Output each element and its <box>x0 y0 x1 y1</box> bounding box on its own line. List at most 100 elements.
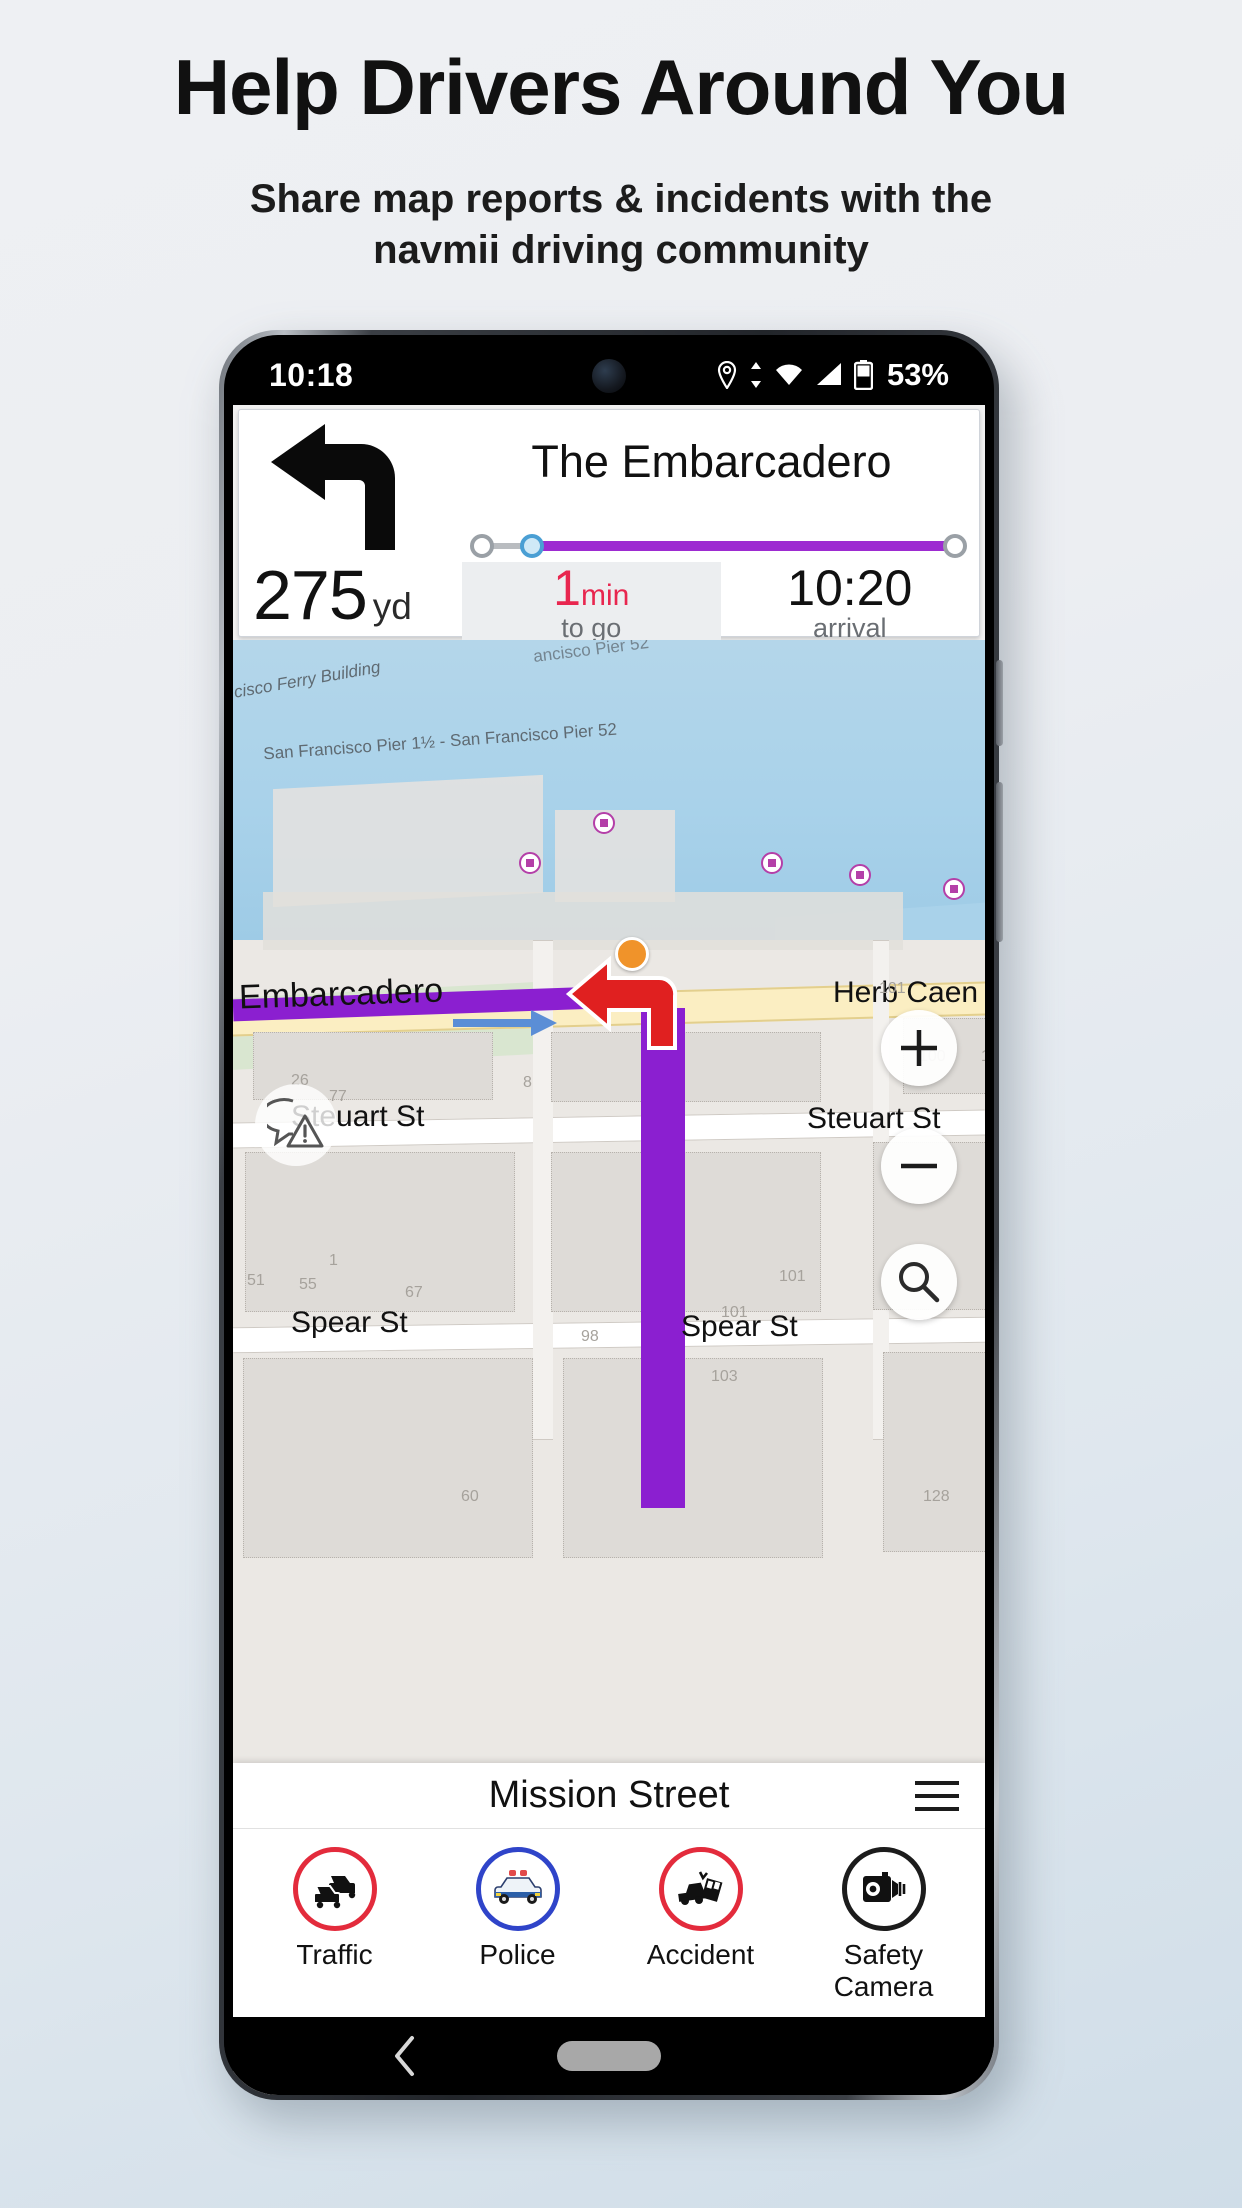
phone-frame: 10:18 53% 275 yd The Embarcadero 1min to… <box>219 330 1003 2100</box>
map-house-number: 103 <box>711 1368 738 1385</box>
location-pin-icon <box>717 361 737 389</box>
battery-percent-label: 53% <box>886 357 949 392</box>
report-sheet-header: Mission Street <box>233 1763 985 1829</box>
wifi-icon <box>775 364 802 385</box>
hamburger-line <box>915 1781 959 1785</box>
time-remaining-unit: min <box>580 579 630 612</box>
phone-side-button-volume <box>996 782 1003 942</box>
zoom-in-button[interactable] <box>881 1010 957 1086</box>
distance-value: 275 <box>253 556 368 634</box>
distance-to-maneuver: 275 yd <box>253 560 412 630</box>
map-house-number: 67 <box>405 1284 423 1301</box>
maneuver-panel: 275 yd <box>239 410 444 636</box>
map-canvas[interactable]: cisco Ferry Building San Francisco Pier … <box>233 640 985 1763</box>
map-pier-shape <box>273 774 543 908</box>
map-poi-marker[interactable] <box>761 852 783 874</box>
map-street-label: Herb Caen Way <box>833 976 985 1009</box>
report-incident-icon <box>267 1098 324 1148</box>
map-house-number: 101 <box>779 1268 806 1285</box>
page-subtitle-line2: navmii driving community <box>373 228 869 273</box>
promo-header: Help Drivers Around You Share map report… <box>0 0 1242 276</box>
map-poi-marker[interactable] <box>849 864 871 886</box>
progress-end-dot <box>943 534 967 558</box>
battery-icon <box>853 360 873 390</box>
map-house-number: 1 <box>329 1252 338 1269</box>
progress-track-remaining <box>532 541 955 551</box>
next-street-label: The Embarcadero <box>531 436 892 487</box>
map-house-number: 55 <box>299 1276 317 1293</box>
route-line-vertical <box>641 1008 685 1508</box>
turn-indicator-arrow-icon <box>565 955 678 1050</box>
zoom-out-button[interactable] <box>881 1128 957 1204</box>
time-remaining-value: 1 <box>553 560 581 616</box>
map-house-number: 128 <box>923 1488 950 1505</box>
map-block <box>551 1152 821 1312</box>
plus-icon <box>901 1030 937 1066</box>
status-bar: 10:18 53% <box>233 345 985 405</box>
minus-icon <box>901 1163 937 1169</box>
map-poi-marker[interactable] <box>943 878 965 900</box>
map-block <box>245 1152 515 1312</box>
app-viewport: 275 yd The Embarcadero 1min to go 10:20 … <box>233 405 985 2095</box>
page-subtitle: Share map reports & incidents with the n… <box>0 174 1242 276</box>
report-type-traffic[interactable]: Traffic <box>243 1847 426 2003</box>
android-navigation-bar <box>224 2017 994 2095</box>
data-transfer-icon <box>750 362 761 388</box>
map-block <box>563 1358 823 1558</box>
report-type-label: Police <box>479 1939 556 1970</box>
hamburger-menu-icon[interactable] <box>915 1781 959 1820</box>
map-house-number: 132 <box>981 1048 985 1066</box>
phone-side-button-power <box>996 660 1003 746</box>
police-car-icon <box>475 1847 560 1931</box>
time-remaining-value-wrap: 1min <box>462 562 721 615</box>
phone-screen: 10:18 53% 275 yd The Embarcadero 1min to… <box>224 335 994 2095</box>
map-house-number: 98 <box>581 1328 599 1345</box>
map-house-number: 60 <box>461 1488 479 1505</box>
arrival-cell: 10:20 arrival <box>721 562 980 648</box>
search-button[interactable] <box>881 1244 957 1320</box>
home-pill-icon[interactable] <box>557 2041 661 2071</box>
report-type-safety-camera[interactable]: Safety Camera <box>792 1847 975 2003</box>
map-street-label: Spear St <box>291 1306 408 1339</box>
map-quay-shape <box>263 892 903 950</box>
route-progress-bar <box>464 530 969 560</box>
map-house-number: 101 <box>721 1304 748 1321</box>
front-camera-notch <box>592 359 626 393</box>
traffic-jam-icon <box>292 1847 377 1931</box>
lane-direction-arrow-icon <box>453 1010 557 1036</box>
page-subtitle-line1: Share map reports & incidents with the <box>249 177 993 221</box>
map-house-number: 51 <box>247 1272 265 1289</box>
speed-camera-icon <box>841 1847 926 1931</box>
navigation-header-card[interactable]: 275 yd The Embarcadero 1min to go 10:20 … <box>238 409 980 648</box>
back-chevron-icon[interactable] <box>392 2035 418 2077</box>
map-poi-marker[interactable] <box>593 812 615 834</box>
map-pier-shape <box>555 810 675 902</box>
phone-mockup: 10:18 53% 275 yd The Embarcadero 1min to… <box>219 330 1023 2130</box>
time-remaining-cell: 1min to go <box>462 562 721 648</box>
current-street-title: Mission Street <box>488 1774 730 1816</box>
progress-start-dot <box>470 534 494 558</box>
search-icon <box>899 1262 940 1303</box>
turn-left-arrow-icon <box>267 422 417 559</box>
report-incident-button[interactable] <box>255 1084 337 1166</box>
distance-unit: yd <box>372 586 412 627</box>
status-bar-clock: 10:18 <box>269 356 354 393</box>
map-poi-marker[interactable] <box>519 852 541 874</box>
arrival-time-value: 10:20 <box>787 560 913 616</box>
report-type-label: Safety Camera <box>833 1939 934 2002</box>
map-house-number: 101 <box>879 980 906 997</box>
hamburger-line <box>915 1807 959 1811</box>
map-block <box>883 1352 985 1552</box>
car-crash-icon <box>658 1847 743 1931</box>
map-house-number: 8 <box>523 1074 532 1091</box>
time-remaining-label: to go <box>561 612 622 643</box>
report-type-accident[interactable]: Accident <box>609 1847 792 2003</box>
page-title: Help Drivers Around You <box>173 43 1069 131</box>
map-block <box>243 1358 533 1558</box>
map-street-label: Embarcadero <box>238 971 444 1017</box>
status-bar-icons: 53% <box>716 357 949 393</box>
arrival-label: arrival <box>812 612 887 643</box>
report-type-police[interactable]: Police <box>426 1847 609 2003</box>
report-type-label: Traffic <box>296 1939 373 1970</box>
hamburger-line <box>915 1794 959 1798</box>
